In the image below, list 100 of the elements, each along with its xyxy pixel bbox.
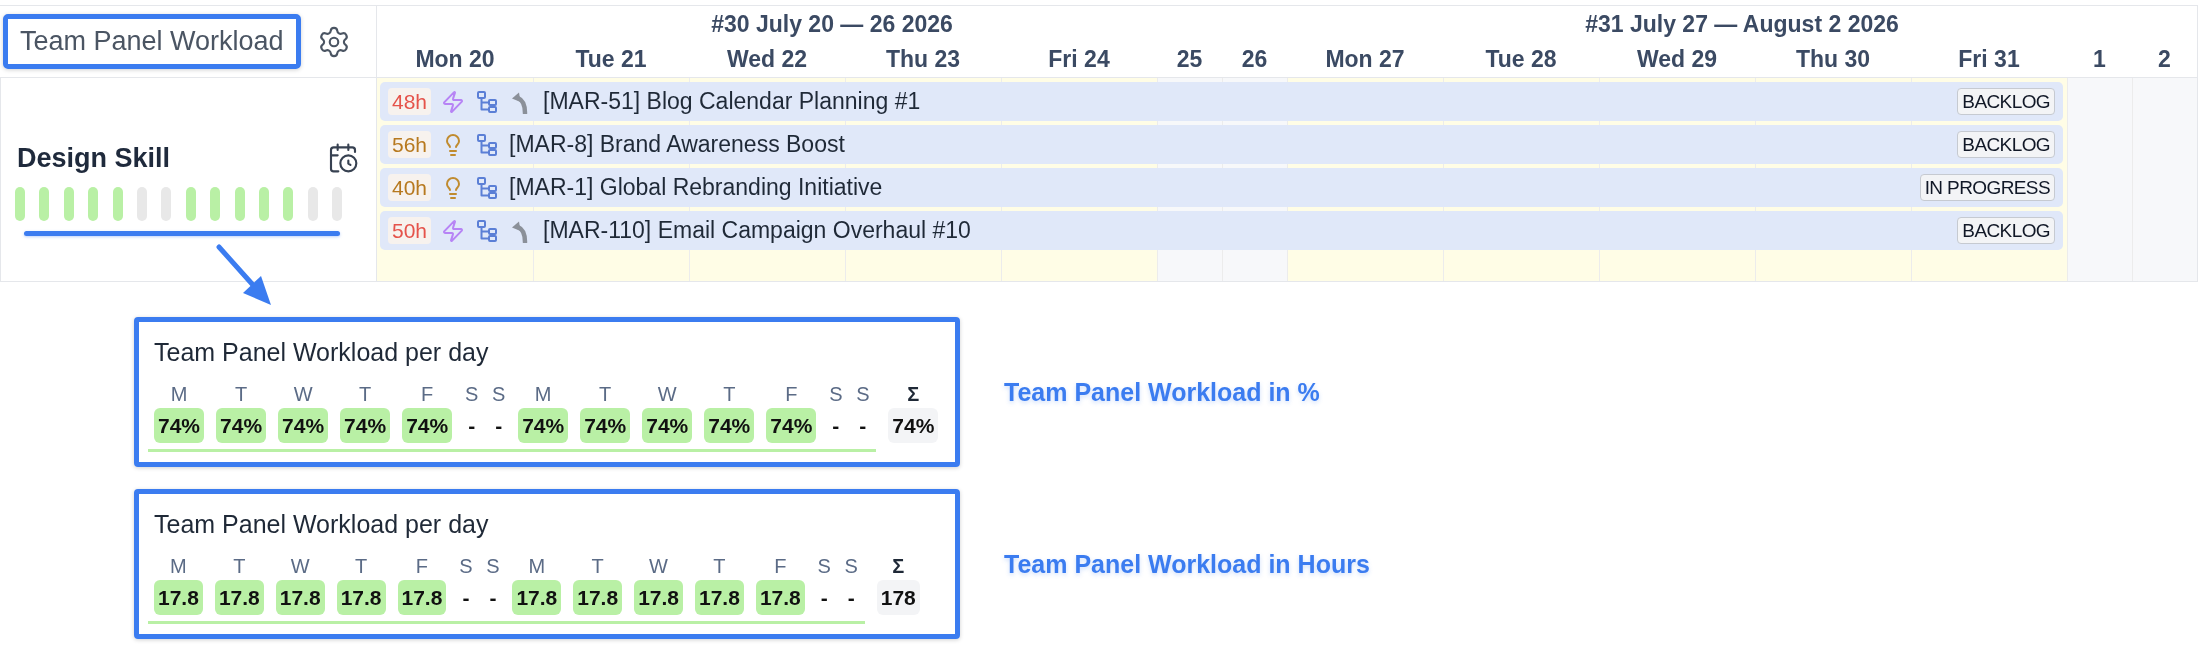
estimate-hours: 56h — [388, 131, 432, 158]
day-label: Wed 29 — [1635, 45, 1719, 74]
workload-value: 17.8 — [214, 580, 264, 615]
day-letter: T — [234, 382, 248, 406]
workload-value: 17.8 — [634, 580, 683, 615]
empty-value: - — [494, 413, 504, 439]
week-title: #31 July 27 — August 2 2026 — [1584, 10, 1900, 39]
workload-value: 74% — [340, 408, 391, 443]
day-label: 1 — [2092, 45, 2107, 74]
day-letter: S — [459, 554, 473, 578]
empty-value: - — [819, 585, 829, 611]
day-letter: M — [528, 554, 546, 578]
workload-value: 74% — [704, 408, 755, 443]
sum-value: 178 — [876, 580, 920, 615]
task-title: [MAR-1] Global Rebranding Initiative — [509, 174, 883, 201]
lightning-icon — [441, 89, 466, 114]
day-letter: W — [293, 382, 313, 406]
day-letter: S — [486, 554, 500, 578]
hierarchy-icon — [475, 132, 500, 157]
day-letter: T — [354, 554, 368, 578]
task-title: [MAR-8] Brand Awareness Boost — [509, 131, 845, 158]
sum-value: 74% — [888, 408, 939, 443]
empty-value: - — [461, 585, 471, 611]
sum-label: Σ — [892, 554, 905, 578]
calendar-clock-icon[interactable] — [327, 142, 359, 174]
estimate-hours: 48h — [388, 88, 432, 115]
status-label: IN PROGRESS — [1919, 174, 2055, 201]
lane-title: Design Skill — [17, 142, 171, 174]
day-label: Tue 28 — [1484, 45, 1558, 74]
workload-value: 17.8 — [512, 580, 562, 615]
task-bar[interactable]: 50h [MAR-110] Email Campaign Overhaul #10 BACKLOG — [380, 211, 2063, 250]
annotation-caption: Team Panel Workload in Hours — [1004, 549, 1371, 579]
day-letter: M — [534, 382, 552, 406]
panel-title: Team Panel Workload — [20, 26, 284, 57]
day-label: Fri 24 — [1047, 45, 1111, 74]
day-letter: S — [856, 382, 870, 406]
day-letter: T — [233, 554, 246, 578]
day-letter: W — [657, 382, 677, 406]
card-title: Team Panel Workload per day — [154, 337, 490, 367]
day-label: Fri 31 — [1957, 45, 2021, 74]
workload-value: 17.8 — [755, 580, 805, 615]
workload-value: 74% — [278, 408, 329, 443]
workload-value: 17.8 — [573, 580, 623, 615]
sum-label: Σ — [907, 382, 920, 406]
workload-value: 74% — [216, 408, 267, 443]
day-letter: S — [844, 554, 858, 578]
day-letter: F — [415, 554, 429, 578]
empty-value: - — [467, 413, 477, 439]
day-letter: S — [492, 382, 506, 406]
workload-value: 74% — [642, 408, 693, 443]
day-letter: T — [591, 554, 604, 578]
workload-value: 74% — [154, 408, 205, 443]
day-letter: T — [713, 554, 726, 578]
workload-value: 74% — [766, 408, 817, 443]
day-label: Thu 30 — [1794, 45, 1872, 74]
day-label: Mon 20 — [414, 45, 496, 74]
day-label: Thu 23 — [884, 45, 962, 74]
day-letter: M — [170, 554, 187, 578]
day-letter: T — [723, 382, 736, 406]
task-bar[interactable]: 56h [MAR-8] Brand Awareness Boost BACKLOG — [380, 125, 2063, 164]
lightning-icon — [441, 218, 466, 243]
empty-value: - — [846, 585, 856, 611]
day-letter: S — [465, 382, 479, 406]
status-label: BACKLOG — [1957, 217, 2055, 244]
day-letter: M — [170, 382, 188, 406]
workload-value: 17.8 — [695, 580, 744, 615]
task-bar[interactable]: 40h [MAR-1] Global Rebranding Initiative IN PROGRESS — [380, 168, 2063, 207]
day-letter: T — [599, 382, 612, 406]
task-title: [MAR-51] Blog Calendar Planning #1 — [543, 88, 921, 115]
hierarchy-icon — [475, 89, 500, 114]
estimate-hours: 50h — [388, 217, 432, 244]
estimate-hours: 40h — [388, 174, 432, 201]
status-label: BACKLOG — [1957, 88, 2055, 115]
workload-value: 74% — [402, 408, 453, 443]
task-title: [MAR-110] Email Campaign Overhaul #10 — [543, 217, 971, 244]
annotation-caption: Team Panel Workload in % — [1004, 377, 1321, 407]
empty-value: - — [858, 413, 868, 439]
task-bar[interactable]: 48h [MAR-51] Blog Calendar Planning #1 BACKLOG — [380, 82, 2063, 121]
week-title: #30 July 20 — 26 2026 — [710, 10, 954, 39]
workload-value: 74% — [580, 408, 631, 443]
day-label: 25 — [1175, 45, 1204, 74]
day-label: 26 — [1240, 45, 1269, 74]
day-letter: W — [290, 554, 310, 578]
day-letter: S — [817, 554, 831, 578]
day-letter: F — [774, 554, 787, 578]
day-letter: F — [785, 382, 798, 406]
day-label: Mon 27 — [1324, 45, 1406, 74]
workload-value: 17.8 — [336, 580, 386, 615]
day-label: Wed 22 — [725, 45, 809, 74]
hierarchy-icon — [475, 175, 500, 200]
day-letter: S — [829, 382, 843, 406]
status-label: BACKLOG — [1957, 131, 2055, 158]
day-label: 2 — [2157, 45, 2172, 74]
workload-value: 17.8 — [275, 580, 325, 615]
card-title: Team Panel Workload per day — [154, 509, 490, 539]
empty-value: - — [488, 585, 498, 611]
day-letter: W — [649, 554, 668, 578]
workload-value: 17.8 — [397, 580, 447, 615]
workload-value: 74% — [518, 408, 569, 443]
day-label: Tue 21 — [574, 45, 648, 74]
